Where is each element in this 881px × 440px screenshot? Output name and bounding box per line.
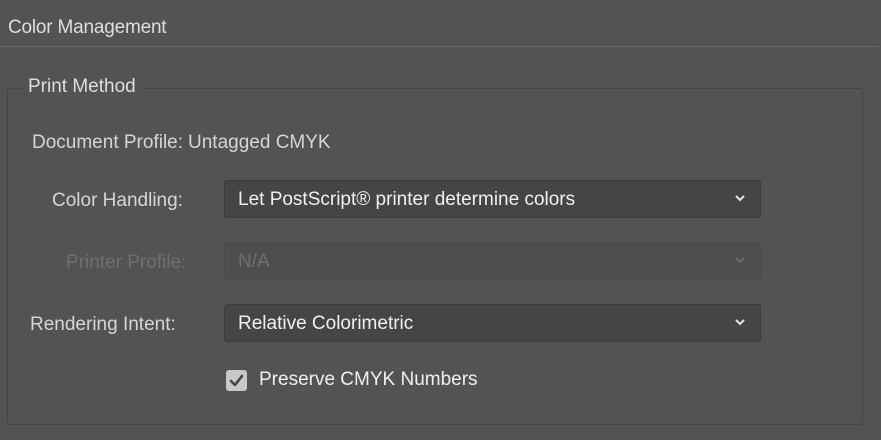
print-method-title: Print Method	[22, 76, 142, 98]
printer-profile-dropdown: N/A	[224, 242, 761, 280]
printer-profile-label: Printer Profile:	[66, 252, 187, 273]
color-management-header: Color Management	[0, 0, 881, 47]
rendering-intent-label: Rendering Intent:	[30, 314, 176, 335]
preserve-cmyk-checkbox[interactable]	[226, 370, 247, 391]
printer-profile-value: N/A	[238, 251, 270, 272]
section-title: Color Management	[8, 17, 167, 38]
chevron-down-icon	[735, 195, 745, 202]
color-handling-dropdown[interactable]: Let PostScript® printer determine colors	[224, 180, 761, 218]
chevron-down-icon	[735, 319, 745, 326]
document-profile-row: Document Profile: Untagged CMYK	[32, 132, 331, 154]
checkmark-icon	[229, 374, 244, 387]
document-profile-label: Document Profile:	[32, 132, 184, 153]
document-profile-value: Untagged CMYK	[188, 132, 331, 153]
rendering-intent-dropdown[interactable]: Relative Colorimetric	[224, 304, 761, 342]
color-handling-label: Color Handling:	[52, 190, 183, 211]
preserve-cmyk-label[interactable]: Preserve CMYK Numbers	[259, 369, 478, 391]
rendering-intent-value: Relative Colorimetric	[238, 313, 414, 334]
color-handling-value: Let PostScript® printer determine colors	[238, 189, 576, 210]
chevron-down-icon	[735, 257, 745, 264]
section-divider	[0, 46, 878, 47]
